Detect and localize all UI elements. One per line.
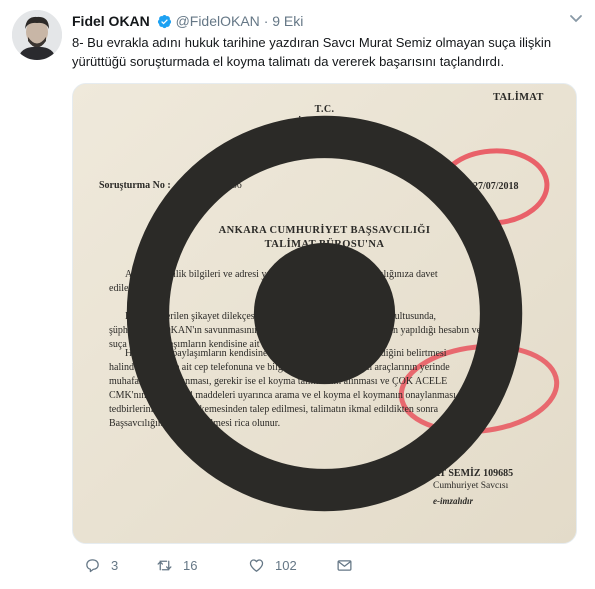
- tweet-header: Fidel OKAN @FidelOKAN · 9 Eki: [72, 12, 555, 32]
- e-signature-seal-icon: [126, 115, 523, 512]
- verified-badge-icon: [157, 14, 171, 29]
- retweet-button[interactable]: 16: [156, 555, 197, 575]
- tweet-actions: 3 16 102: [72, 555, 472, 577]
- tweet-media-document[interactable]: TALİMAT T.C. İSTANBUL CUMHURİYET BAŞSAVC…: [72, 83, 577, 544]
- reply-icon: [86, 558, 99, 572]
- like-button[interactable]: 102: [248, 555, 297, 575]
- reply-button[interactable]: 3: [84, 555, 118, 575]
- e-signature-label: e-imzalıdır: [433, 496, 473, 506]
- tweet-text: 8- Bu evrakla adını hukuk tarihine yazdı…: [72, 35, 552, 69]
- handle[interactable]: @FidelOKAN: [176, 13, 260, 29]
- envelope-icon: [337, 559, 352, 571]
- heart-icon: [249, 558, 264, 572]
- avatar[interactable]: [12, 10, 62, 60]
- direct-message-button[interactable]: [336, 555, 363, 575]
- separator-dot: ·: [263, 13, 269, 29]
- avatar-image: [12, 10, 62, 60]
- retweet-icon: [157, 560, 172, 570]
- tweet-date[interactable]: 9 Eki: [272, 13, 303, 29]
- like-count: 102: [275, 557, 297, 573]
- retweet-count: 16: [183, 557, 198, 573]
- chevron-down-icon[interactable]: [569, 14, 583, 24]
- reply-count: 3: [111, 557, 119, 573]
- tweet: Fidel OKAN @FidelOKAN · 9 Eki 8- Bu evra…: [0, 0, 595, 589]
- display-name[interactable]: Fidel OKAN: [72, 13, 150, 29]
